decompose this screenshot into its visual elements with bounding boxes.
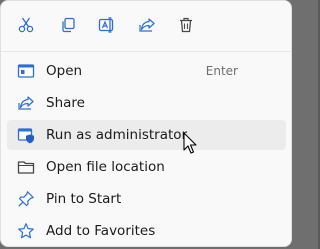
share-button[interactable] bbox=[133, 11, 161, 39]
menu-item-share[interactable]: Share bbox=[7, 88, 286, 118]
menu-item-label: Open file location bbox=[46, 159, 165, 175]
copy-button[interactable] bbox=[54, 11, 82, 39]
share-icon bbox=[139, 18, 155, 32]
toolbar-divider bbox=[1, 51, 291, 52]
menu-item-label: Pin to Start bbox=[46, 191, 122, 207]
menu-item-run-as-administrator[interactable]: Run as administrator bbox=[7, 120, 286, 150]
context-menu: Open Enter Share Run as administrator Op… bbox=[0, 0, 292, 247]
folder-icon bbox=[17, 158, 35, 176]
star-icon bbox=[17, 222, 35, 240]
share-icon bbox=[17, 94, 35, 112]
quick-actions-toolbar bbox=[1, 1, 291, 51]
app-window-icon bbox=[17, 62, 35, 80]
menu-item-pin-to-start[interactable]: Pin to Start bbox=[7, 184, 286, 214]
menu-item-open[interactable]: Open Enter bbox=[7, 56, 286, 86]
rename-icon bbox=[98, 17, 114, 33]
cut-button[interactable] bbox=[12, 11, 40, 39]
shortcut-hint: Enter bbox=[205, 64, 238, 78]
menu-item-add-to-favorites[interactable]: Add to Favorites bbox=[7, 216, 286, 246]
menu-item-label: Open bbox=[46, 63, 83, 79]
delete-button[interactable] bbox=[172, 11, 200, 39]
rename-button[interactable] bbox=[93, 11, 121, 39]
delete-icon bbox=[180, 17, 192, 33]
mouse-cursor-icon bbox=[183, 132, 197, 154]
menu-item-label: Run as administrator bbox=[46, 127, 188, 143]
copy-icon bbox=[62, 17, 75, 33]
menu-item-open-file-location[interactable]: Open file location bbox=[7, 152, 286, 182]
menu-item-label: Add to Favorites bbox=[46, 223, 156, 239]
pin-icon bbox=[17, 190, 35, 208]
menu-item-label: Share bbox=[46, 95, 85, 111]
admin-shield-icon bbox=[17, 126, 35, 144]
cut-icon bbox=[18, 17, 34, 33]
